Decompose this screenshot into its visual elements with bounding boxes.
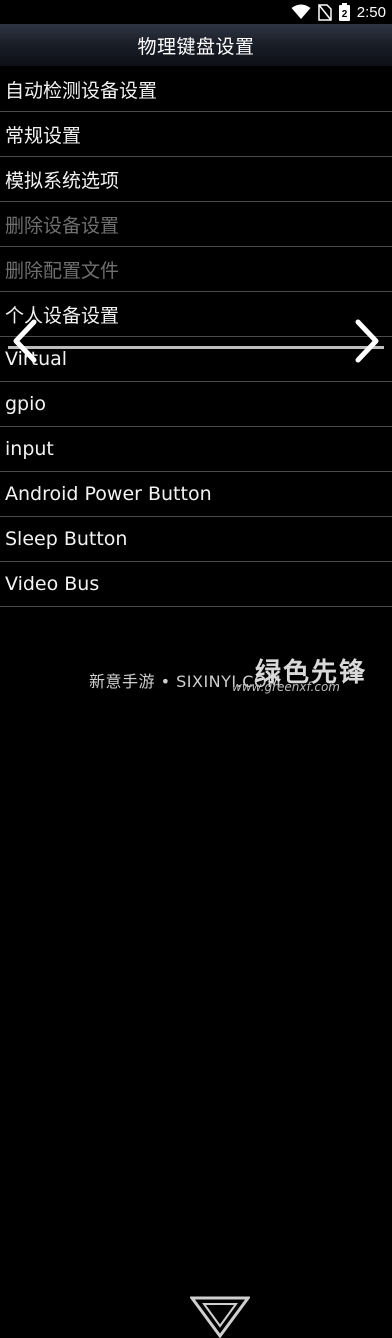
list-item-general[interactable]: 常规设置 [0, 112, 392, 157]
list-item-label: 自动检测设备设置 [5, 79, 158, 102]
list-item-input[interactable]: input [0, 427, 392, 472]
battery-level-text: 2 [342, 9, 348, 20]
chevron-right-icon[interactable] [352, 318, 382, 364]
list-item-emulation[interactable]: 模拟系统选项 [0, 157, 392, 202]
list-item-delete-profile: 删除配置文件 [0, 247, 392, 292]
no-sim-icon [318, 3, 332, 21]
list-item-label: 常规设置 [5, 124, 82, 147]
status-bar: 2 2:50 [0, 0, 392, 24]
page-title: 物理键盘设置 [137, 35, 255, 58]
list-item-label: Video Bus [5, 573, 100, 595]
carousel-divider [8, 346, 384, 349]
list-item-label: Sleep Button [5, 528, 128, 550]
list-item-label: Android Power Button [5, 483, 212, 505]
title-bar: 物理键盘设置 [0, 24, 392, 67]
watermark-url: www.greenxf.com [232, 680, 340, 694]
list-item-sleep-button[interactable]: Sleep Button [0, 517, 392, 562]
list-item-label: gpio [5, 393, 47, 415]
list-item-gpio[interactable]: gpio [0, 382, 392, 427]
battery-icon: 2 [338, 3, 350, 21]
list-item-label: 模拟系统选项 [5, 169, 120, 192]
status-time: 2:50 [356, 3, 386, 21]
list-item-label: 删除配置文件 [5, 259, 120, 282]
list-item-label: 删除设备设置 [5, 214, 120, 237]
list-item-power-button[interactable]: Android Power Button [0, 472, 392, 517]
list-item-label: input [5, 438, 54, 460]
chevron-left-icon[interactable] [10, 318, 40, 364]
list-item-virtual[interactable]: Virtual [0, 337, 392, 382]
list-item-video-bus[interactable]: Video Bus [0, 562, 392, 607]
status-icons: 2 2:50 [291, 0, 386, 24]
list-item-auto-detect[interactable]: 自动检测设备设置 [0, 67, 392, 112]
watermark-logo-icon [190, 1296, 250, 1338]
wifi-icon [291, 4, 311, 19]
list-item-personal[interactable]: 个人设备设置 [0, 292, 392, 337]
settings-list: 自动检测设备设置 常规设置 模拟系统选项 删除设备设置 删除配置文件 个人设备设… [0, 67, 392, 607]
list-item-delete-device: 删除设备设置 [0, 202, 392, 247]
